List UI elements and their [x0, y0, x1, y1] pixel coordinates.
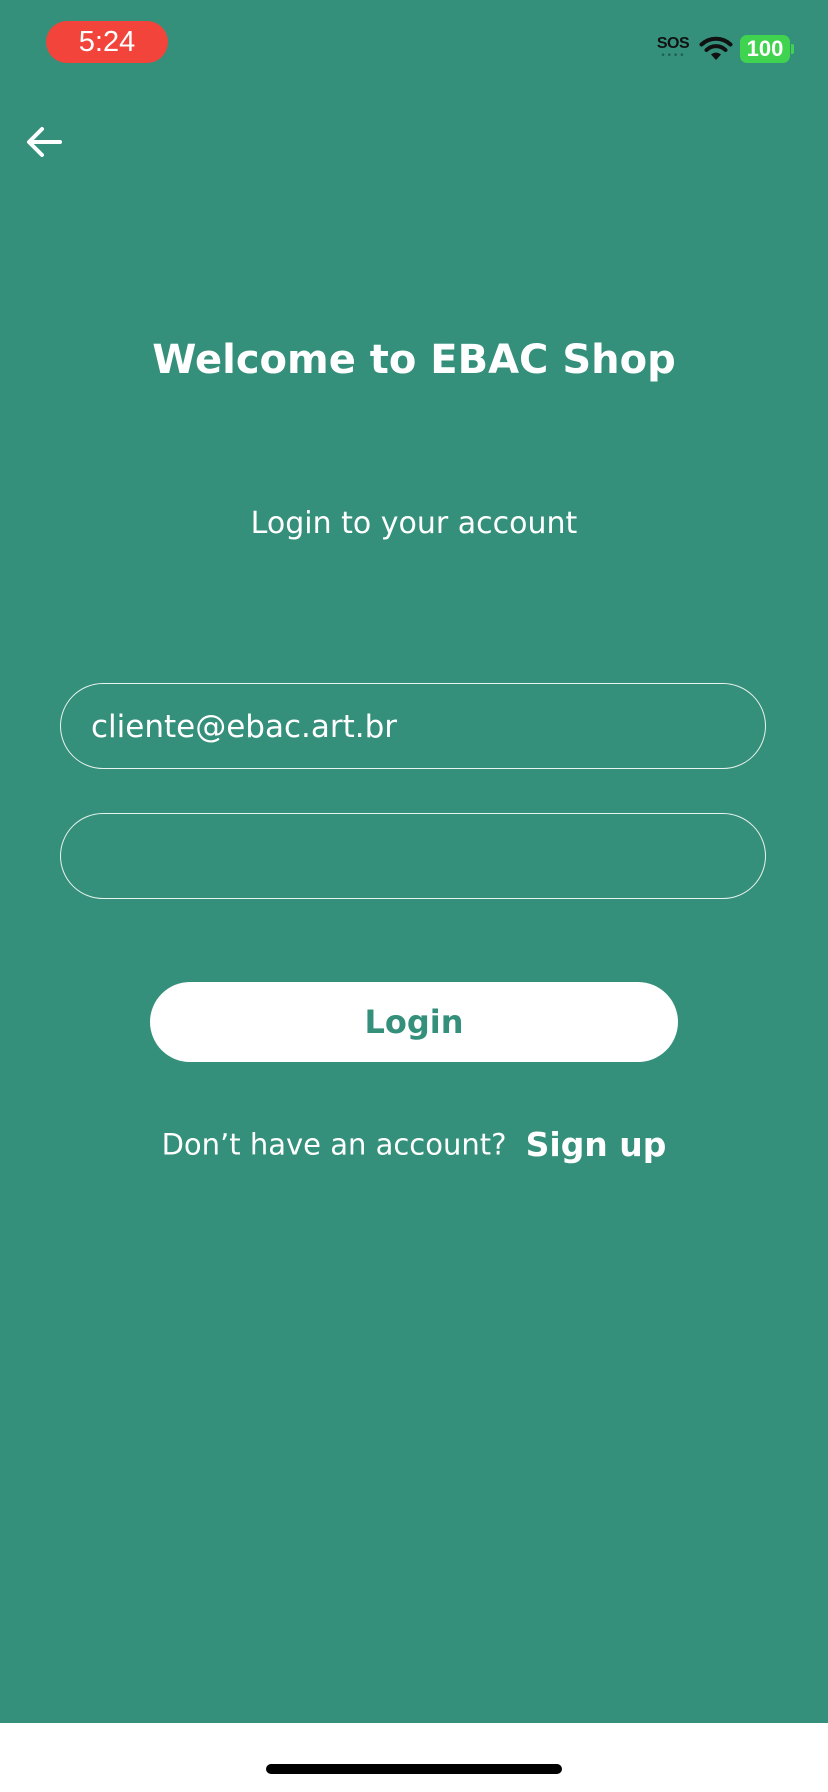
- battery-indicator: 100: [740, 35, 790, 63]
- password-field[interactable]: [60, 813, 766, 900]
- page-title: Welcome to EBAC Shop: [152, 337, 676, 383]
- page-subtitle: Login to your account: [250, 506, 578, 541]
- signal-dots-icon: ••••: [660, 51, 686, 61]
- battery-tip: [791, 44, 794, 54]
- app-background: 5:24 SOS •••• 100 Welcome to EBAC Shop L…: [0, 0, 828, 1723]
- password-input[interactable]: [91, 814, 731, 900]
- login-button[interactable]: Login: [150, 982, 678, 1062]
- sos-indicator: SOS ••••: [656, 36, 690, 64]
- wifi-icon: [698, 36, 734, 62]
- signup-prompt: Don’t have an account?: [161, 1127, 507, 1162]
- sos-label: SOS: [656, 35, 690, 52]
- home-indicator[interactable]: [266, 1764, 562, 1774]
- back-button[interactable]: [22, 118, 70, 166]
- signup-row: Don’t have an account? Sign up: [0, 1122, 828, 1167]
- email-field[interactable]: [60, 683, 766, 770]
- arrow-left-icon: [27, 127, 62, 157]
- email-input[interactable]: [91, 684, 731, 770]
- status-time: 5:24: [46, 21, 168, 63]
- signup-link[interactable]: Sign up: [526, 1125, 667, 1164]
- login-screen: 5:24 SOS •••• 100 Welcome to EBAC Shop L…: [0, 0, 828, 1792]
